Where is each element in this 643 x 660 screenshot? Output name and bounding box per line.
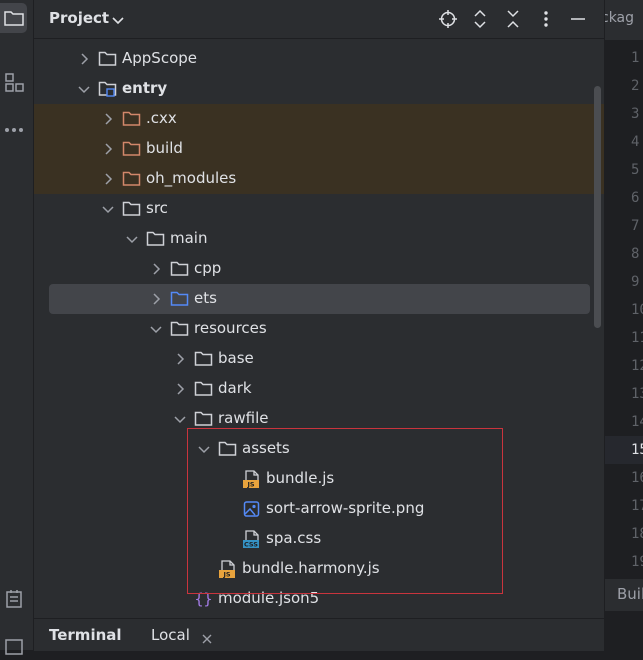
tree-scrollbar[interactable] bbox=[594, 86, 601, 328]
line-number: 1 bbox=[631, 50, 640, 66]
line-number: 15 bbox=[605, 436, 643, 464]
folder-icon bbox=[170, 320, 189, 338]
excluded-folder-icon bbox=[122, 110, 141, 128]
tree-row-label: dark bbox=[218, 379, 252, 397]
project-folder-icon[interactable] bbox=[0, 3, 27, 33]
tree-row[interactable]: main bbox=[34, 224, 590, 254]
tree-row[interactable]: src bbox=[34, 194, 590, 224]
project-panel-header: Project bbox=[34, 0, 604, 39]
editor-tab[interactable]: ckag bbox=[605, 0, 643, 41]
tree-row[interactable]: dark bbox=[34, 374, 590, 404]
todo-icon[interactable] bbox=[0, 584, 27, 614]
chevron-down-icon[interactable] bbox=[112, 12, 124, 30]
chevron-down-icon[interactable] bbox=[76, 81, 92, 97]
chevron-down-icon[interactable] bbox=[148, 321, 164, 337]
tree-row-label: cpp bbox=[194, 259, 222, 277]
line-number: 6 bbox=[631, 190, 640, 206]
line-number: 14 bbox=[631, 414, 643, 430]
tree-row[interactable]: entry bbox=[34, 74, 590, 104]
folder-icon bbox=[170, 260, 189, 278]
collapse-all-icon[interactable] bbox=[501, 7, 525, 31]
tree-row[interactable]: ets bbox=[49, 284, 590, 314]
tree-row-label: entry bbox=[122, 79, 168, 97]
chevron-right-icon[interactable] bbox=[100, 111, 116, 127]
tree-row[interactable]: oh_modules bbox=[34, 164, 604, 194]
line-number: 19 bbox=[631, 554, 643, 570]
tree-row-label: base bbox=[218, 349, 254, 367]
tree-row-label: AppScope bbox=[122, 49, 197, 67]
target-icon[interactable] bbox=[436, 7, 460, 31]
project-panel: Project AppScope entry .cxx build oh_modules… bbox=[34, 0, 604, 651]
more-tools-icon[interactable] bbox=[0, 115, 27, 145]
chevron-right-icon[interactable] bbox=[148, 261, 164, 277]
structure-icon[interactable] bbox=[0, 67, 27, 97]
folder-icon bbox=[194, 350, 213, 368]
terminal-label[interactable]: Terminal bbox=[49, 626, 122, 644]
tree-row-label: .cxx bbox=[146, 109, 177, 127]
chevron-right-icon[interactable] bbox=[100, 171, 116, 187]
line-number: 7 bbox=[631, 218, 640, 234]
chevron-right-icon[interactable] bbox=[148, 291, 164, 307]
line-number: 17 bbox=[631, 498, 643, 514]
line-number: 10 bbox=[631, 302, 643, 318]
tree-row-label: build bbox=[146, 139, 183, 157]
folder-icon bbox=[194, 410, 213, 428]
chevron-down-icon[interactable] bbox=[100, 201, 116, 217]
close-icon[interactable] bbox=[202, 630, 212, 648]
terminal-tool-icon[interactable] bbox=[0, 630, 27, 660]
more-icon[interactable] bbox=[534, 7, 558, 31]
chevron-right-icon[interactable] bbox=[172, 381, 188, 397]
panel-title[interactable]: Project bbox=[49, 9, 109, 27]
chevron-right-icon[interactable] bbox=[76, 51, 92, 67]
line-number: 16 bbox=[631, 470, 643, 486]
highlight-box bbox=[187, 428, 503, 594]
tree-row-label: main bbox=[170, 229, 208, 247]
module-folder-icon bbox=[98, 80, 117, 98]
tool-window-strip bbox=[0, 0, 34, 655]
excluded-folder-icon bbox=[122, 140, 141, 158]
folder-icon bbox=[146, 230, 165, 248]
excluded-folder-icon bbox=[122, 170, 141, 188]
folder-icon bbox=[194, 380, 213, 398]
chevron-down-icon[interactable] bbox=[172, 411, 188, 427]
tree-row[interactable]: .cxx bbox=[34, 104, 604, 134]
chevron-right-icon[interactable] bbox=[172, 351, 188, 367]
folder-icon bbox=[98, 50, 117, 68]
line-number: 8 bbox=[631, 246, 640, 262]
build-tab-label: Buil bbox=[617, 585, 643, 603]
build-tab[interactable]: Buil bbox=[605, 578, 643, 611]
tree-row-label: ets bbox=[194, 289, 217, 307]
line-number: 5 bbox=[631, 162, 640, 178]
expand-all-icon[interactable] bbox=[468, 7, 492, 31]
chevron-down-icon[interactable] bbox=[124, 231, 140, 247]
chevron-right-icon[interactable] bbox=[100, 141, 116, 157]
minimize-icon[interactable] bbox=[566, 7, 590, 31]
line-number: 3 bbox=[631, 106, 640, 122]
tree-row-label: oh_modules bbox=[146, 169, 237, 187]
tree-row-label: rawfile bbox=[218, 409, 269, 427]
line-number: 9 bbox=[631, 274, 640, 290]
line-number-gutter: 1234567891011121314151617181920 bbox=[605, 44, 643, 604]
editor-area: ckag 1234567891011121314151617181920 Bui… bbox=[605, 0, 643, 650]
tree-row[interactable]: resources bbox=[34, 314, 590, 344]
tree-row[interactable]: build bbox=[34, 134, 604, 164]
line-number: 13 bbox=[631, 386, 643, 402]
line-number: 12 bbox=[631, 358, 643, 374]
line-number: 2 bbox=[631, 78, 640, 94]
line-number: 18 bbox=[631, 526, 643, 542]
tree-row-label: src bbox=[146, 199, 168, 217]
tree-row[interactable]: AppScope bbox=[34, 44, 590, 74]
tree-row-label: resources bbox=[194, 319, 267, 337]
tree-row[interactable]: cpp bbox=[34, 254, 590, 284]
terminal-bar: Terminal Local bbox=[34, 618, 604, 651]
line-number: 4 bbox=[631, 134, 640, 150]
line-number: 11 bbox=[631, 330, 643, 346]
source-folder-icon bbox=[170, 290, 189, 308]
folder-icon bbox=[122, 200, 141, 218]
local-tab[interactable]: Local bbox=[151, 626, 190, 644]
editor-tab-label: ckag bbox=[605, 10, 635, 26]
tree-row[interactable]: base bbox=[34, 344, 590, 374]
